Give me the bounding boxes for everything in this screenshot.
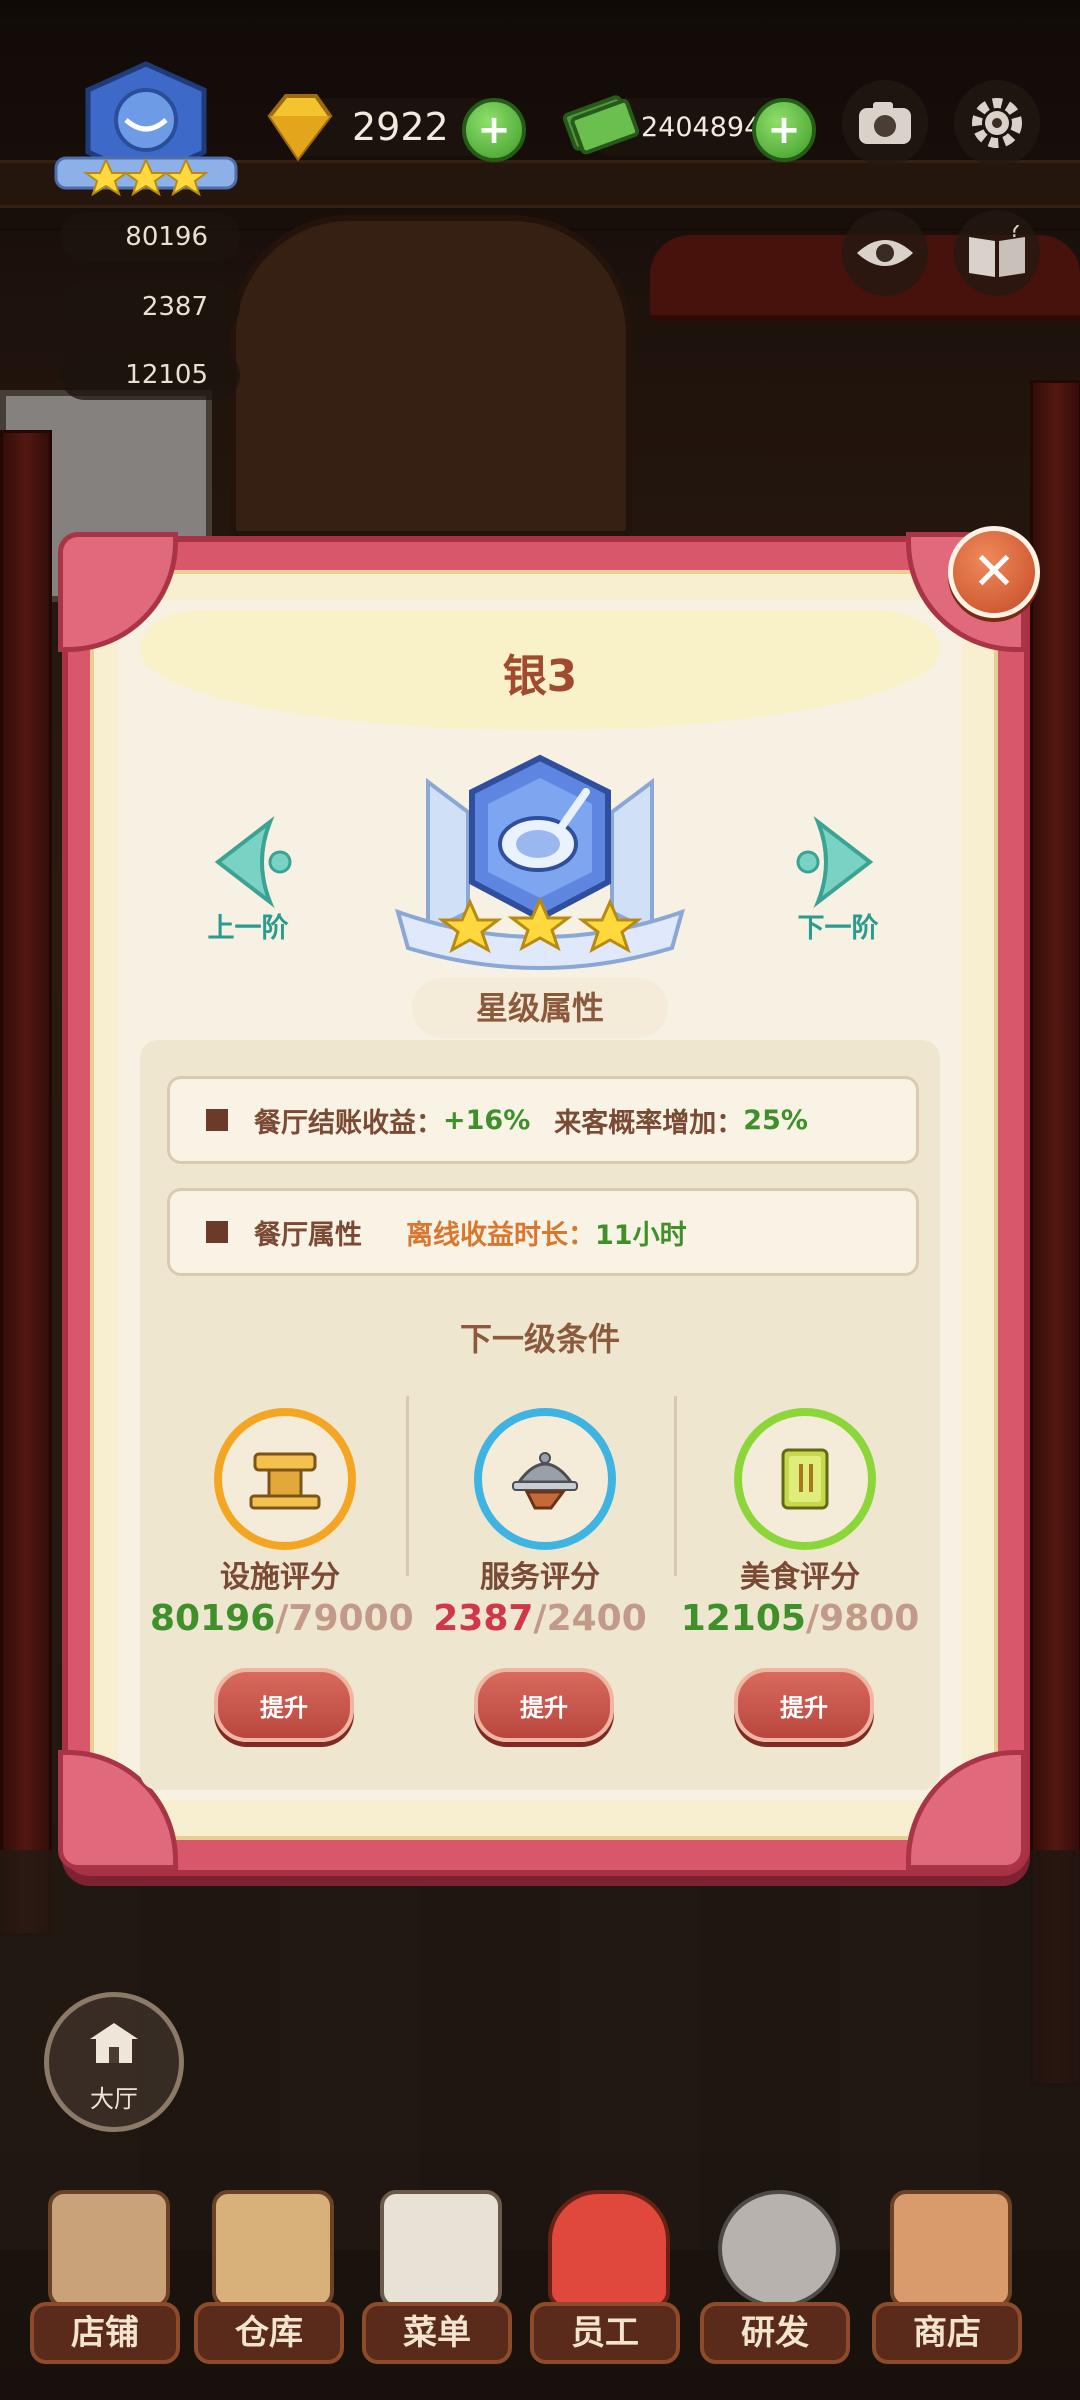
hall-icon xyxy=(90,2023,138,2063)
service-score-stat: 2387 xyxy=(60,282,240,332)
warehouse-icon xyxy=(212,2190,334,2308)
customer-rate-value: 25% xyxy=(743,1104,808,1136)
prev-rank-button[interactable]: 上一阶 xyxy=(178,812,318,952)
close-icon: ✕ xyxy=(972,542,1016,602)
camera-button[interactable] xyxy=(842,80,928,166)
cloche-icon xyxy=(512,1452,578,1510)
plus-icon: + xyxy=(477,107,511,153)
add-cash-button[interactable]: + xyxy=(752,98,816,162)
svg-text:?: ? xyxy=(1009,225,1021,243)
facility-score-stat: 80196 xyxy=(60,212,240,262)
food-score-ring xyxy=(734,1408,876,1550)
nav-staff-label: 员工 xyxy=(530,2302,680,2364)
restaurant-attr-label: 餐厅属性 xyxy=(254,1219,362,1251)
facility-upgrade-button[interactable]: 提升 xyxy=(214,1668,354,1742)
wok-icon xyxy=(718,2190,840,2308)
view-toggle-button[interactable] xyxy=(842,210,928,296)
eye-icon xyxy=(857,240,913,266)
cash-icon xyxy=(562,95,640,155)
food-score-current: 12105 xyxy=(680,1598,806,1639)
plus-icon: + xyxy=(767,107,801,153)
camera-icon xyxy=(859,102,911,144)
service-score-label: 服务评分 xyxy=(480,1560,600,1595)
facility-score-current: 80196 xyxy=(150,1598,276,1639)
bottom-nav: 店铺 仓库 菜单 员工 研发 商店 xyxy=(0,2180,1080,2400)
nav-research[interactable]: 研发 xyxy=(700,2180,850,2400)
food-score-stat: 12105 xyxy=(60,350,240,400)
bullet xyxy=(206,1109,228,1131)
staff-icon xyxy=(548,2190,670,2308)
facility-score-value: 80196 xyxy=(125,222,208,252)
nav-warehouse[interactable]: 仓库 xyxy=(194,2180,344,2400)
guide-button[interactable]: ? xyxy=(954,210,1040,296)
service-score-ring xyxy=(474,1408,616,1550)
food-score-required: /9800 xyxy=(805,1598,920,1639)
next-rank-button[interactable]: 下一阶 xyxy=(768,812,908,952)
offline-income-label: 离线收益时长： xyxy=(406,1219,595,1251)
shop-icon xyxy=(890,2190,1012,2308)
customer-rate-label: 来客概率增加： xyxy=(554,1107,744,1139)
nav-research-label: 研发 xyxy=(700,2302,850,2364)
service-upgrade-button[interactable]: 提升 xyxy=(474,1668,614,1742)
recipe-book-icon xyxy=(781,1448,829,1510)
service-score-progress: 2387/2400 xyxy=(410,1598,670,1639)
facility-score-required: /79000 xyxy=(275,1598,414,1639)
diamond-value: 2922 xyxy=(352,105,449,149)
bullet xyxy=(206,1221,228,1243)
food-upgrade-button[interactable]: 提升 xyxy=(734,1668,874,1742)
rank-badge[interactable] xyxy=(46,60,246,200)
service-score-required: /2400 xyxy=(533,1598,647,1639)
nav-menu-label: 菜单 xyxy=(362,2302,512,2364)
nav-menu[interactable]: 菜单 xyxy=(362,2180,512,2400)
next-level-conditions-title: 下一级条件 xyxy=(459,1320,620,1358)
crest-badge-icon xyxy=(54,61,238,197)
hall-button[interactable]: 大厅 xyxy=(44,1992,184,2132)
nav-store-label: 店铺 xyxy=(30,2302,180,2364)
service-score-value: 2387 xyxy=(141,292,208,322)
hall-label: 大厅 xyxy=(90,2085,138,2113)
nav-store[interactable]: 店铺 xyxy=(30,2180,180,2400)
service-score-current: 2387 xyxy=(433,1598,534,1639)
facility-score-progress: 80196/79000 xyxy=(150,1598,414,1639)
food-score-label: 美食评分 xyxy=(740,1560,860,1595)
dialog-title: 银3 xyxy=(502,651,578,702)
facility-score-label: 设施评分 xyxy=(220,1560,340,1595)
nav-staff[interactable]: 员工 xyxy=(530,2180,680,2400)
gem-icon xyxy=(267,94,333,162)
add-diamonds-button[interactable]: + xyxy=(462,98,526,162)
settings-button[interactable] xyxy=(954,80,1040,166)
nav-warehouse-label: 仓库 xyxy=(194,2302,344,2364)
attribute-row: 餐厅属性 离线收益时长： 11小时 xyxy=(167,1188,919,1276)
divider xyxy=(674,1396,677,1576)
checkout-income-value: +16% xyxy=(443,1104,531,1136)
divider xyxy=(406,1396,409,1576)
star-attributes-title: 星级属性 xyxy=(412,978,668,1038)
silver-rank-badge-icon xyxy=(395,754,685,970)
offline-income-value: 11小时 xyxy=(595,1219,687,1251)
nav-shop[interactable]: 商店 xyxy=(872,2180,1022,2400)
prev-rank-label: 上一阶 xyxy=(207,913,289,944)
menu-clipboard-icon xyxy=(380,2190,502,2308)
close-button[interactable]: ✕ xyxy=(948,526,1040,618)
facility-icon xyxy=(249,1452,321,1510)
food-score-progress: 12105/9800 xyxy=(670,1598,930,1639)
next-rank-label: 下一阶 xyxy=(797,913,879,944)
checkout-income-label: 餐厅结账收益： xyxy=(254,1107,443,1139)
attribute-row: 餐厅结账收益： +16% 来客概率增加： 25% xyxy=(167,1076,919,1164)
facility-score-ring xyxy=(214,1408,356,1550)
nav-shop-label: 商店 xyxy=(872,2302,1022,2364)
food-score-value: 12105 xyxy=(125,360,208,390)
gear-icon xyxy=(972,98,1022,148)
store-icon xyxy=(48,2190,170,2308)
guide-book-icon: ? xyxy=(969,225,1025,277)
